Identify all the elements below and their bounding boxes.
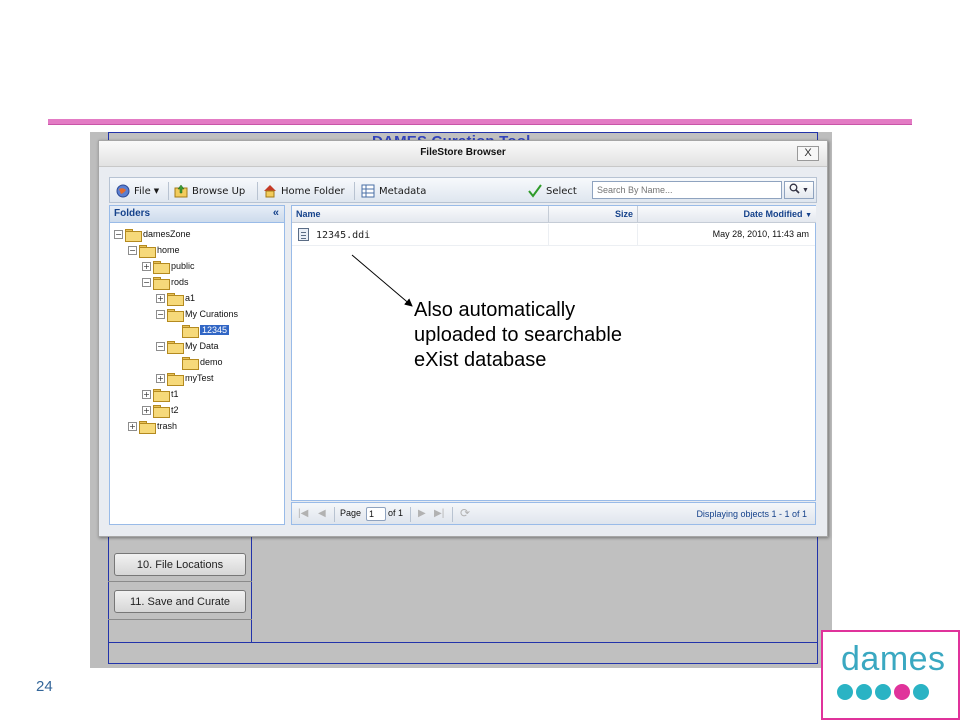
dames-logo: dames bbox=[821, 630, 960, 720]
slide-number: 24 bbox=[36, 678, 53, 695]
logo-dot bbox=[894, 684, 910, 700]
logo-text: dames bbox=[841, 640, 946, 678]
logo-dots bbox=[837, 684, 929, 700]
logo-dot bbox=[875, 684, 891, 700]
callout-line: Also automatically bbox=[414, 299, 576, 321]
callout-line: uploaded to searchable bbox=[414, 324, 622, 346]
logo-dot bbox=[837, 684, 853, 700]
slide: DAMES Curation Tool 10. File Locations 1… bbox=[0, 0, 960, 720]
callout-text: Also automatically uploaded to searchabl… bbox=[414, 298, 622, 373]
logo-dot bbox=[856, 684, 872, 700]
callout-line: eXist database bbox=[414, 349, 547, 371]
logo-dot bbox=[913, 684, 929, 700]
